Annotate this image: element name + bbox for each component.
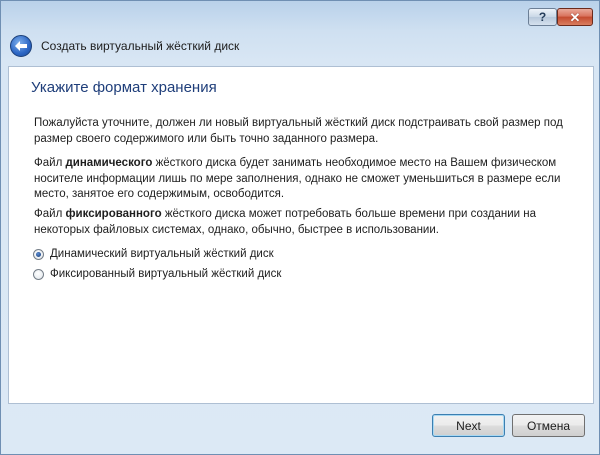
close-icon: ✕	[569, 9, 581, 25]
cancel-button[interactable]: Отмена	[512, 414, 585, 437]
dynamic-prefix: Файл	[34, 157, 66, 169]
help-icon: ?	[538, 10, 547, 24]
radio-button-unchecked[interactable]	[33, 268, 44, 280]
help-button[interactable]: ?	[528, 8, 557, 26]
fixed-description: Файл фиксированного жёсткого диска может…	[34, 207, 574, 238]
radio-fixed-label[interactable]: Фиксированный виртуальный жёсткий диск	[50, 268, 281, 280]
next-button[interactable]: Next	[432, 414, 505, 437]
fixed-prefix: Файл	[34, 208, 66, 220]
intro-paragraph: Пожалуйста уточните, должен ли новый вир…	[34, 117, 563, 145]
back-arrow-icon	[15, 41, 27, 51]
close-button[interactable]: ✕	[557, 8, 593, 26]
radio-dot-icon	[36, 251, 41, 257]
dynamic-bold: динамического	[65, 157, 153, 169]
window-title: Создать виртуальный жёсткий диск	[41, 39, 240, 53]
radio-button-checked[interactable]	[33, 248, 44, 260]
back-button[interactable]	[10, 35, 32, 57]
radio-fixed[interactable]: Фиксированный виртуальный жёсткий диск	[33, 268, 281, 280]
wizard-window: ? ✕ Создать виртуальный жёсткий диск Ука…	[0, 0, 600, 455]
content-panel: Укажите формат хранения Пожалуйста уточн…	[8, 66, 594, 404]
radio-dynamic[interactable]: Динамический виртуальный жёсткий диск	[33, 248, 274, 260]
page-heading: Укажите формат хранения	[31, 79, 217, 96]
dynamic-description: Файл динамического жёсткого диска будет …	[34, 156, 574, 203]
radio-dynamic-label[interactable]: Динамический виртуальный жёсткий диск	[50, 248, 274, 260]
fixed-bold: фиксированного	[65, 208, 162, 220]
